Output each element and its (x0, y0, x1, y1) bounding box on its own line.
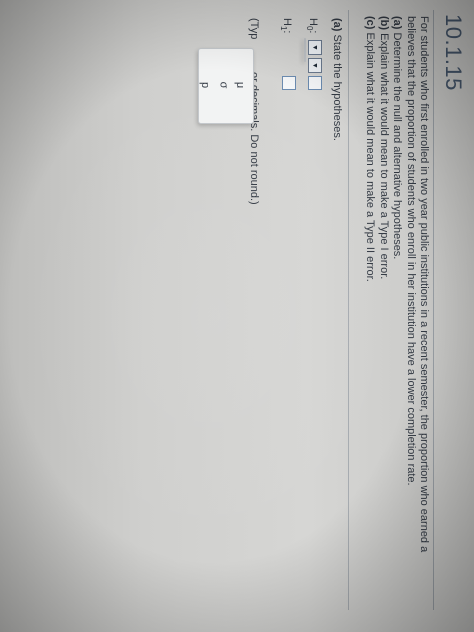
h0-letter: H (307, 18, 319, 26)
h0-parameter-select[interactable]: ▼ (308, 40, 322, 55)
parameter-dropdown-menu[interactable]: p σ μ (198, 48, 254, 124)
part-a-text: Determine the null and alternative hypot… (391, 29, 404, 260)
part-a-bold: (a) (391, 16, 404, 30)
part-c-bold: (c) (364, 16, 377, 30)
part-c-text: Explain what it would mean to make a Typ… (364, 29, 377, 282)
section-a-heading: (a) State the hypotheses. (331, 18, 343, 141)
section-a-text: State the hypotheses. (331, 31, 343, 141)
h1-label: H1: (279, 18, 293, 33)
dropdown-option-sigma[interactable]: σ (217, 49, 235, 123)
dropdown-option-mu[interactable]: μ (234, 49, 252, 123)
dropdown-option-p[interactable]: p (199, 49, 219, 123)
type-hint-prefix: (Typ (248, 18, 260, 40)
chevron-down-icon: ▼ (311, 44, 318, 51)
h0-label: H0: (305, 18, 319, 33)
statement-line-1: For students who first enrolled in two y… (418, 16, 430, 553)
section-divider (348, 10, 349, 610)
part-b-text: Explain what it would mean to make a Typ… (377, 30, 390, 280)
title-divider (433, 10, 434, 610)
h0-colon: : (307, 30, 319, 34)
problem-number: 10.1.15 (441, 14, 466, 91)
part-b-bold: (b) (377, 16, 390, 31)
chevron-down-icon: ▼ (311, 62, 318, 69)
part-b-instruction: (b) Explain what it would mean to make a… (376, 16, 390, 606)
part-c-instruction: (c) Explain what it would mean to make a… (363, 16, 376, 606)
problem-statement: For students who first enrolled in two y… (363, 16, 430, 606)
section-a-label: (a) (331, 18, 343, 32)
h1-letter: H (281, 18, 293, 26)
h0-operator-select[interactable]: ▼ (308, 58, 322, 73)
statement-line-2: believes that the proportion of students… (404, 16, 417, 486)
parameter-dropdown (304, 38, 306, 62)
part-a-instruction: (a) Determine the null and alternative h… (390, 16, 403, 606)
h1-colon: : (281, 30, 293, 34)
h0-value-input[interactable] (308, 76, 322, 90)
h1-value-input[interactable] (282, 76, 296, 90)
